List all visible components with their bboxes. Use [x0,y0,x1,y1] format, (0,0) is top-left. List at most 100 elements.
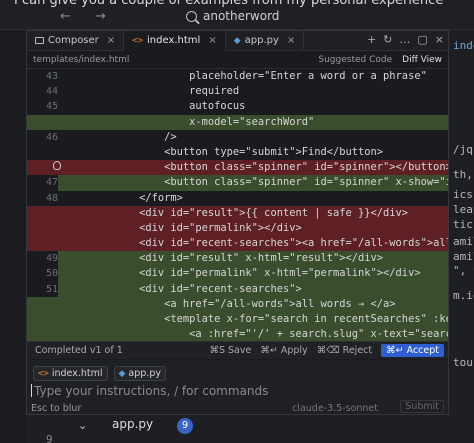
file-path: templates/index.html [33,54,130,65]
code-text: /> [64,130,177,143]
deleted-code-line[interactable]: <div id="result">{{ content | safe }}</d… [27,205,448,221]
file-path-bar: templates/index.html Suggested Code Diff… [27,51,448,69]
background-code-fragment: amil [453,250,474,263]
submit-label: Submit [405,401,439,412]
history-icon[interactable]: ↻ [383,33,392,46]
close-icon[interactable]: × [435,33,444,46]
line-number: 43 [45,71,58,82]
command-search[interactable]: anotherword [186,6,436,26]
html-file-icon: <> [38,368,49,379]
deleted-code-line[interactable]: <div id="recent-searches"><a href="/all-… [27,236,448,252]
html-file-icon: <> [132,35,144,46]
instruction-placeholder: Type your instructions, / for commands [34,384,269,398]
reject-button[interactable]: ⌘⌫ Reject [317,345,372,356]
tab-app-py[interactable]: ◆ app.py × [226,30,305,51]
nav-back-icon[interactable]: ← [60,9,71,24]
code-line[interactable]: 48 </form> [27,191,448,206]
code-text: <button class="spinner" id="spinner"></b… [64,161,448,174]
model-selector[interactable]: claude-3.5-sonnet [292,403,378,414]
search-text: anotherword [203,9,280,23]
added-code-line[interactable]: 50 <div id="permalink" x-html="permalink… [27,266,448,282]
lightbulb-icon[interactable] [53,161,61,171]
close-icon[interactable]: × [107,35,115,46]
added-code-line[interactable]: <a href="/all-words">all words → </a> [27,296,448,312]
code-line[interactable]: 45 autofocus [27,99,448,114]
tab-composer[interactable]: Composer × [27,30,125,51]
problems-badge: 9 [177,418,193,434]
accept-button[interactable]: ⌘↵ Accept [381,344,444,357]
close-icon[interactable]: × [208,35,216,46]
code-text: <button class="spinner" id="spinner" x-s… [64,176,448,189]
instruction-input-area: <> index.html ◆ app.py Type your instruc… [27,360,448,414]
diff-view-toggle[interactable]: Diff View [402,55,442,65]
added-code-line[interactable]: 51 <div id="recent-searches"> [27,281,448,297]
line-number: 48 [45,192,58,204]
chevron-down-icon[interactable]: ⌄ [78,419,87,432]
added-code-line[interactable]: 49 <div id="result" x-html="result"></di… [27,251,448,267]
tree-file-app-py[interactable]: app.py [112,417,153,431]
save-shortcut: ⌘S [209,345,225,356]
tab-index-html[interactable]: <> index.html × [124,30,226,51]
nav-forward-icon[interactable]: → [95,9,106,24]
deleted-code-line[interactable]: <button class="spinner" id="spinner"></b… [27,160,448,176]
code-text: <button type="submit">Find</button> [64,145,384,158]
added-code-line[interactable]: <template x-for="search in recentSearche… [27,312,448,328]
code-line[interactable]: 44 required [27,84,448,99]
composer-icon [35,37,44,44]
suggested-code-toggle[interactable]: Suggested Code [318,55,392,65]
chip-label: index.html [51,368,103,379]
background-code-fragment: inde [453,39,474,52]
context-chip-app-py[interactable]: ◆ app.py [113,366,166,381]
tab-label: Composer [48,35,99,46]
apply-button[interactable]: ⌘↵ Apply [260,345,307,356]
tab-label: index.html [147,35,201,46]
reject-shortcut: ⌘⌫ [316,345,340,356]
code-text: <div id="recent-searches"><a href="/all-… [64,237,448,250]
apply-label: Apply [280,345,308,356]
added-code-line[interactable]: x-model="searchWord" [27,114,448,130]
code-line[interactable]: 46 /> [27,130,448,145]
line-number: 50 [27,266,58,282]
layout-icon[interactable]: ▢ [417,33,427,46]
context-chip-index-html[interactable]: <> index.html [33,366,108,381]
instruction-input[interactable]: Type your instructions, / for commands [31,384,268,398]
search-icon [186,10,197,22]
submit-button[interactable]: Submit [400,400,444,413]
background-code-fragment: leap [453,203,474,216]
python-file-icon: ◆ [118,368,126,379]
code-line[interactable]: <button type="submit">Find</button> [27,145,448,160]
code-line[interactable]: 43 placeholder="Enter a word or a phrase… [27,69,448,84]
code-text: <div id="result" x-html="result"></div> [64,252,384,265]
completion-status: Completed v1 of 1 [35,345,123,356]
code-text: </form> [64,191,183,204]
chip-label: app.py [128,368,161,379]
new-icon[interactable]: + [367,33,376,46]
composer-window: Composer × <> index.html × ◆ app.py × + … [26,30,449,415]
diff-code-view[interactable]: 43 placeholder="Enter a word or a phrase… [27,69,448,351]
reject-label: Reject [342,345,373,356]
deleted-code-line[interactable]: <div id="permalink"></div> [27,220,448,237]
added-code-line[interactable]: 47 <button class="spinner" id="spinner" … [27,175,448,191]
background-code-fragment: /jq [453,143,473,156]
tab-label: app.py [244,35,279,46]
save-button[interactable]: ⌘S Save [209,345,251,356]
background-code-fragment: touc [453,356,474,369]
code-text: required [64,85,240,98]
accept-shortcut: ⌘↵ [386,345,404,356]
action-bar: Completed v1 of 1 ⌘S Save ⌘↵ Apply ⌘⌫ Re… [27,341,448,359]
python-file-icon: ◆ [233,35,241,46]
code-text: <div id="permalink"></div> [64,221,302,234]
code-text: autofocus [64,100,246,113]
close-icon[interactable]: × [287,35,295,46]
editor-left-gutter [0,31,26,443]
line-number: 47 [27,175,58,191]
accept-label: Accept [406,345,439,356]
save-label: Save [228,345,252,356]
background-code-fragment: m.io [453,289,474,302]
background-file-tree: 9 ⌄ app.py 9 [26,415,449,443]
line-number: 51 [27,281,58,297]
code-text: <div id="permalink" x-html="permalink"><… [64,267,421,280]
code-text: <div id="result">{{ content | safe }}</d… [64,206,409,219]
line-number: 9 [46,433,53,443]
more-icon[interactable]: … [399,33,410,46]
